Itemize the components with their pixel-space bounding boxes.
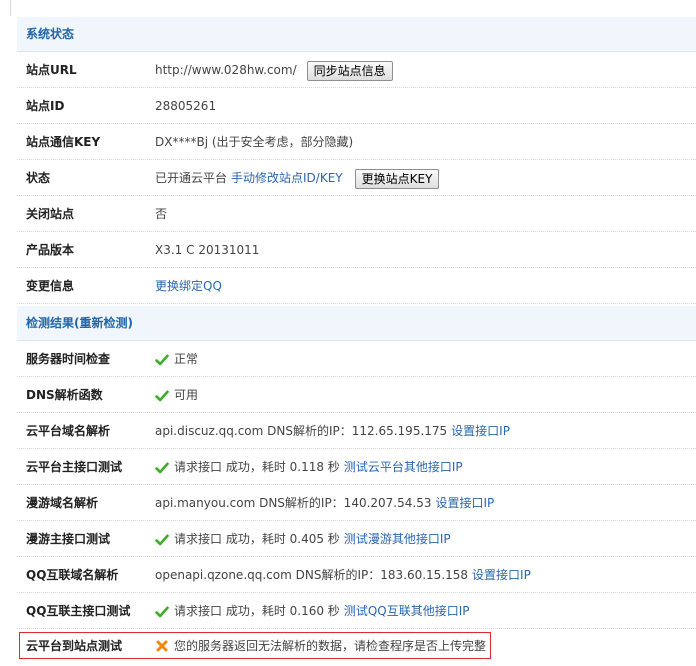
row-label: QQ互联域名解析: [26, 568, 119, 582]
section-title: 检测结果(重新检测): [26, 306, 133, 341]
row-cloud-api: 云平台主接口测试 请求接口 成功，耗时 0.118 秒 测试云平台其他接口IP: [17, 450, 696, 485]
row-site-id: 站点ID 28805261: [17, 89, 696, 124]
check-result: 正常: [174, 352, 199, 366]
row-value: api.discuz.qq.com DNS解析的IP：112.65.195.17…: [155, 414, 510, 449]
row-site-url: 站点URL http://www.028hw.com/ 同步站点信息: [17, 53, 696, 88]
section-title: 系统状态: [26, 27, 75, 41]
row-dns-function: DNS解析函数 可用: [17, 378, 696, 413]
row-value: api.manyou.com DNS解析的IP：140.207.54.53 设置…: [155, 486, 494, 521]
row-value: 请求接口 成功，耗时 0.405 秒 测试漫游其他接口IP: [155, 522, 451, 557]
status-value: 已开通云平台: [155, 171, 228, 185]
change-site-key-button[interactable]: 更换站点KEY: [354, 168, 440, 189]
site-url-value: http://www.028hw.com/: [155, 63, 297, 77]
row-label: 服务器时间检查: [26, 352, 111, 366]
site-id-value: 28805261: [155, 99, 217, 113]
test-cloud-other-ip-link[interactable]: 测试云平台其他接口IP: [344, 450, 463, 485]
section-check-results: 检测结果(重新检测): [17, 306, 696, 341]
check-icon: [155, 354, 169, 365]
product-version-value: X3.1 C 20131011: [155, 243, 260, 257]
api-result-text: 请求接口 成功，耗时 0.160 秒: [174, 604, 340, 618]
row-label: QQ互联主接口测试: [26, 604, 131, 618]
row-value: 已开通云平台 手动修改站点ID/KEY 更换站点KEY: [155, 161, 440, 196]
row-label: 漫游域名解析: [26, 496, 99, 510]
row-manyou-api: 漫游主接口测试 请求接口 成功，耗时 0.405 秒 测试漫游其他接口IP: [17, 522, 696, 557]
check-icon: [155, 606, 169, 617]
check-result: 可用: [174, 388, 199, 402]
section-site-status: 系统状态: [17, 17, 696, 52]
row-value: 请求接口 成功，耗时 0.118 秒 测试云平台其他接口IP: [155, 450, 463, 485]
change-bound-qq-link[interactable]: 更换绑定QQ: [155, 269, 222, 304]
row-status: 状态 已开通云平台 手动修改站点ID/KEY 更换站点KEY: [17, 161, 696, 196]
row-label: 变更信息: [26, 279, 75, 293]
row-value: 请求接口 成功，耗时 0.160 秒 测试QQ互联其他接口IP: [155, 594, 469, 629]
dns-result-text: openapi.qzone.qq.com DNS解析的IP：183.60.15.…: [155, 568, 469, 582]
check-icon: [155, 534, 169, 545]
row-label: 云平台域名解析: [26, 424, 111, 438]
row-site-key: 站点通信KEY DX****Bj (出于安全考虑，部分隐藏): [17, 125, 696, 160]
row-qq-api: QQ互联主接口测试 请求接口 成功，耗时 0.160 秒 测试QQ互联其他接口I…: [17, 594, 696, 629]
set-api-ip-link[interactable]: 设置接口IP: [472, 558, 531, 593]
row-label: DNS解析函数: [26, 388, 103, 402]
test-manyou-other-ip-link[interactable]: 测试漫游其他接口IP: [344, 522, 451, 557]
row-qq-dns: QQ互联域名解析 openapi.qzone.qq.com DNS解析的IP：1…: [17, 558, 696, 593]
site-key-value: DX****Bj (出于安全考虑，部分隐藏): [155, 135, 354, 149]
row-label: 云平台主接口测试: [26, 460, 123, 474]
row-change-info: 变更信息 更换绑定QQ: [17, 269, 696, 304]
dns-result-text: api.discuz.qq.com DNS解析的IP：112.65.195.17…: [155, 424, 448, 438]
row-label: 漫游主接口测试: [26, 532, 111, 546]
modify-site-id-key-link[interactable]: 手动修改站点ID/KEY: [231, 161, 343, 196]
row-cloud-dns: 云平台域名解析 api.discuz.qq.com DNS解析的IP：112.6…: [17, 414, 696, 449]
highlight-box: [19, 632, 491, 659]
row-value: http://www.028hw.com/ 同步站点信息: [155, 53, 393, 88]
check-icon: [155, 462, 169, 473]
set-api-ip-link[interactable]: 设置接口IP: [435, 486, 494, 521]
set-api-ip-link[interactable]: 设置接口IP: [451, 414, 510, 449]
row-label: 关闭站点: [26, 207, 75, 221]
row-server-time: 服务器时间检查 正常: [17, 342, 696, 377]
close-site-value: 否: [155, 207, 168, 221]
row-label: 产品版本: [26, 243, 75, 257]
row-close-site: 关闭站点 否: [17, 197, 696, 232]
row-label: 站点通信KEY: [26, 135, 101, 149]
api-result-text: 请求接口 成功，耗时 0.405 秒: [174, 532, 340, 546]
row-label: 站点ID: [26, 99, 65, 113]
check-results-title: 检测结果: [26, 316, 75, 330]
check-icon: [155, 390, 169, 401]
sync-site-info-button[interactable]: 同步站点信息: [306, 60, 393, 81]
row-product-version: 产品版本 X3.1 C 20131011: [17, 233, 696, 268]
row-value: openapi.qzone.qq.com DNS解析的IP：183.60.15.…: [155, 558, 531, 593]
test-qq-other-ip-link[interactable]: 测试QQ互联其他接口IP: [344, 594, 470, 629]
row-value: 正常: [155, 342, 198, 377]
top-border: [10, 0, 696, 16]
row-label: 状态: [26, 171, 51, 185]
recheck-link[interactable]: (重新检测): [74, 316, 133, 330]
row-manyou-dns: 漫游域名解析 api.manyou.com DNS解析的IP：140.207.5…: [17, 486, 696, 521]
api-result-text: 请求接口 成功，耗时 0.118 秒: [174, 460, 340, 474]
row-label: 站点URL: [26, 63, 77, 77]
row-value: 可用: [155, 378, 198, 413]
dns-result-text: api.manyou.com DNS解析的IP：140.207.54.53: [155, 496, 432, 510]
row-value: 更换绑定QQ: [155, 269, 222, 304]
